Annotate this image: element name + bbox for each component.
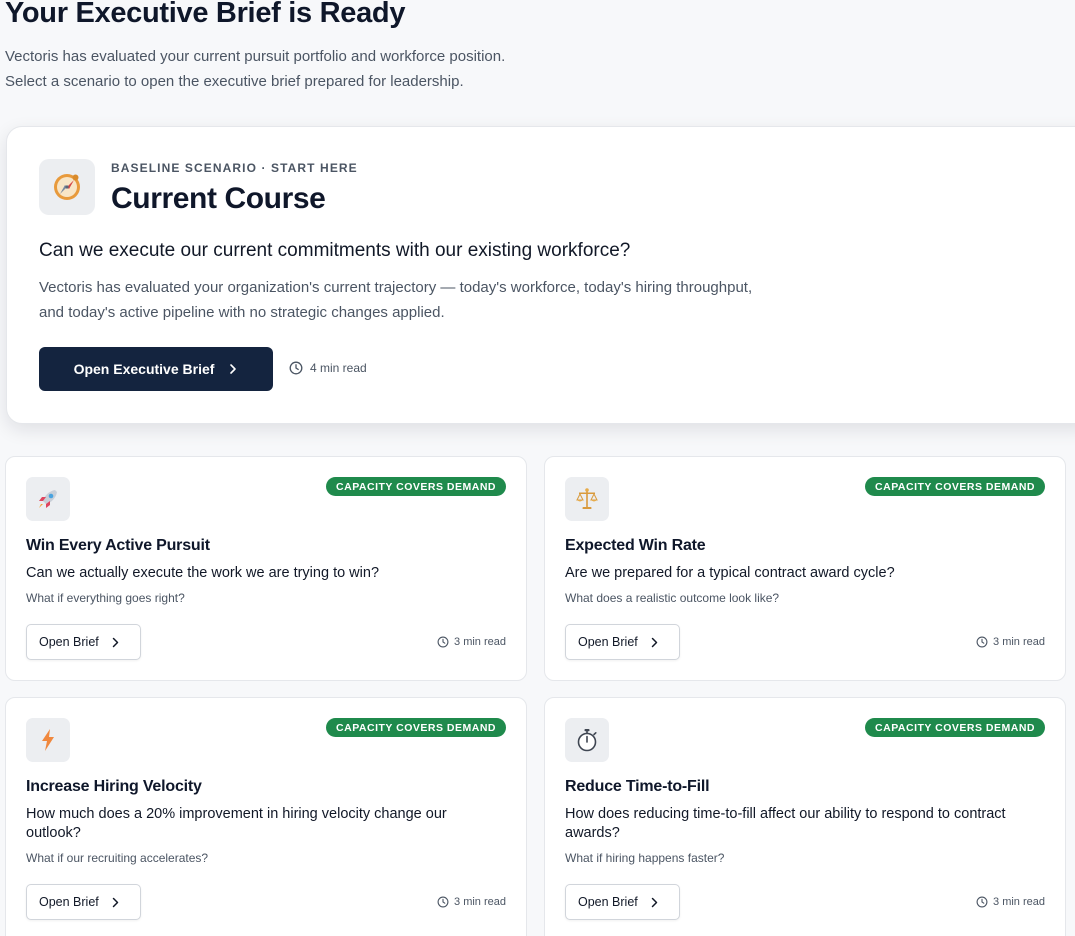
status-badge: CAPACITY COVERS DEMAND [326, 477, 506, 496]
clock-icon [437, 636, 449, 648]
scenario-card-win-every-pursuit: CAPACITY COVERS DEMAND Win Every Active … [5, 456, 527, 681]
chevron-right-icon [112, 897, 119, 907]
button-label: Open Brief [39, 895, 99, 909]
chevron-right-icon [651, 897, 658, 907]
read-time-label: 3 min read [454, 636, 506, 648]
scenario-question: Can we execute our current commitments w… [39, 240, 631, 261]
card-question: How does reducing time-to-fill affect ou… [565, 806, 1006, 841]
clock-icon [289, 361, 303, 375]
open-brief-button[interactable]: Open Brief [26, 624, 141, 660]
scenario-description: Vectoris has evaluated your organization… [39, 279, 753, 321]
clock-icon [976, 636, 988, 648]
read-time: 4 min read [289, 361, 367, 375]
open-brief-button[interactable]: Open Brief [565, 624, 680, 660]
read-time: 3 min read [437, 636, 506, 648]
clock-icon [976, 896, 988, 908]
read-time-label: 4 min read [310, 361, 367, 375]
card-title: Increase Hiring Velocity [26, 778, 202, 795]
page-subtitle-line-1: Vectoris has evaluated your current purs… [5, 48, 506, 65]
scenario-card-reduce-time-to-fill: CAPACITY COVERS DEMAND Reduce Time-to-Fi… [544, 697, 1066, 936]
read-time: 3 min read [437, 896, 506, 908]
page-subtitle-line-2: Select a scenario to open the executive … [5, 73, 464, 90]
card-hint: What if our recruiting accelerates? [26, 851, 209, 865]
baseline-scenario-card: BASELINE SCENARIO · START HERE Current C… [6, 126, 1075, 424]
chevron-right-icon [651, 637, 658, 647]
card-question: Can we actually execute the work we are … [26, 565, 380, 581]
compass-icon [39, 159, 95, 215]
card-question: Are we prepared for a typical contract a… [565, 565, 895, 581]
card-title: Expected Win Rate [565, 537, 706, 554]
card-hint: What does a realistic outcome look like? [565, 591, 780, 605]
chevron-right-icon [112, 637, 119, 647]
button-label: Open Brief [39, 635, 99, 649]
scenario-card-expected-win-rate: CAPACITY COVERS DEMAND Expected Win Rate… [544, 456, 1066, 681]
read-time-label: 3 min read [454, 896, 506, 908]
read-time-label: 3 min read [993, 896, 1045, 908]
scenario-card-increase-hiring-velocity: CAPACITY COVERS DEMAND Increase Hiring V… [5, 697, 527, 936]
open-brief-button[interactable]: Open Brief [565, 884, 680, 920]
card-title: Win Every Active Pursuit [26, 537, 210, 554]
status-badge: CAPACITY COVERS DEMAND [865, 477, 1045, 496]
card-question: How much does a 20% improvement in hirin… [26, 806, 447, 841]
scenario-eyebrow: BASELINE SCENARIO · START HERE [111, 161, 358, 175]
rocket-icon [26, 477, 70, 521]
scenario-title: Current Course [111, 182, 326, 215]
button-label: Open Brief [578, 635, 638, 649]
open-executive-brief-button[interactable]: Open Executive Brief [39, 347, 273, 391]
button-label: Open Executive Brief [73, 361, 215, 377]
page-title: Your Executive Brief is Ready [5, 0, 406, 29]
status-badge: CAPACITY COVERS DEMAND [326, 718, 506, 737]
balance-scale-icon [565, 477, 609, 521]
open-brief-button[interactable]: Open Brief [26, 884, 141, 920]
read-time: 3 min read [976, 896, 1045, 908]
lightning-icon [26, 718, 70, 762]
button-label: Open Brief [578, 895, 638, 909]
card-hint: What if everything goes right? [26, 591, 185, 605]
clock-icon [437, 896, 449, 908]
status-badge: CAPACITY COVERS DEMAND [865, 718, 1045, 737]
read-time-label: 3 min read [993, 636, 1045, 648]
card-title: Reduce Time-to-Fill [565, 778, 710, 795]
read-time: 3 min read [976, 636, 1045, 648]
stopwatch-icon [565, 718, 609, 762]
chevron-right-icon [230, 364, 237, 374]
card-hint: What if hiring happens faster? [565, 851, 725, 865]
